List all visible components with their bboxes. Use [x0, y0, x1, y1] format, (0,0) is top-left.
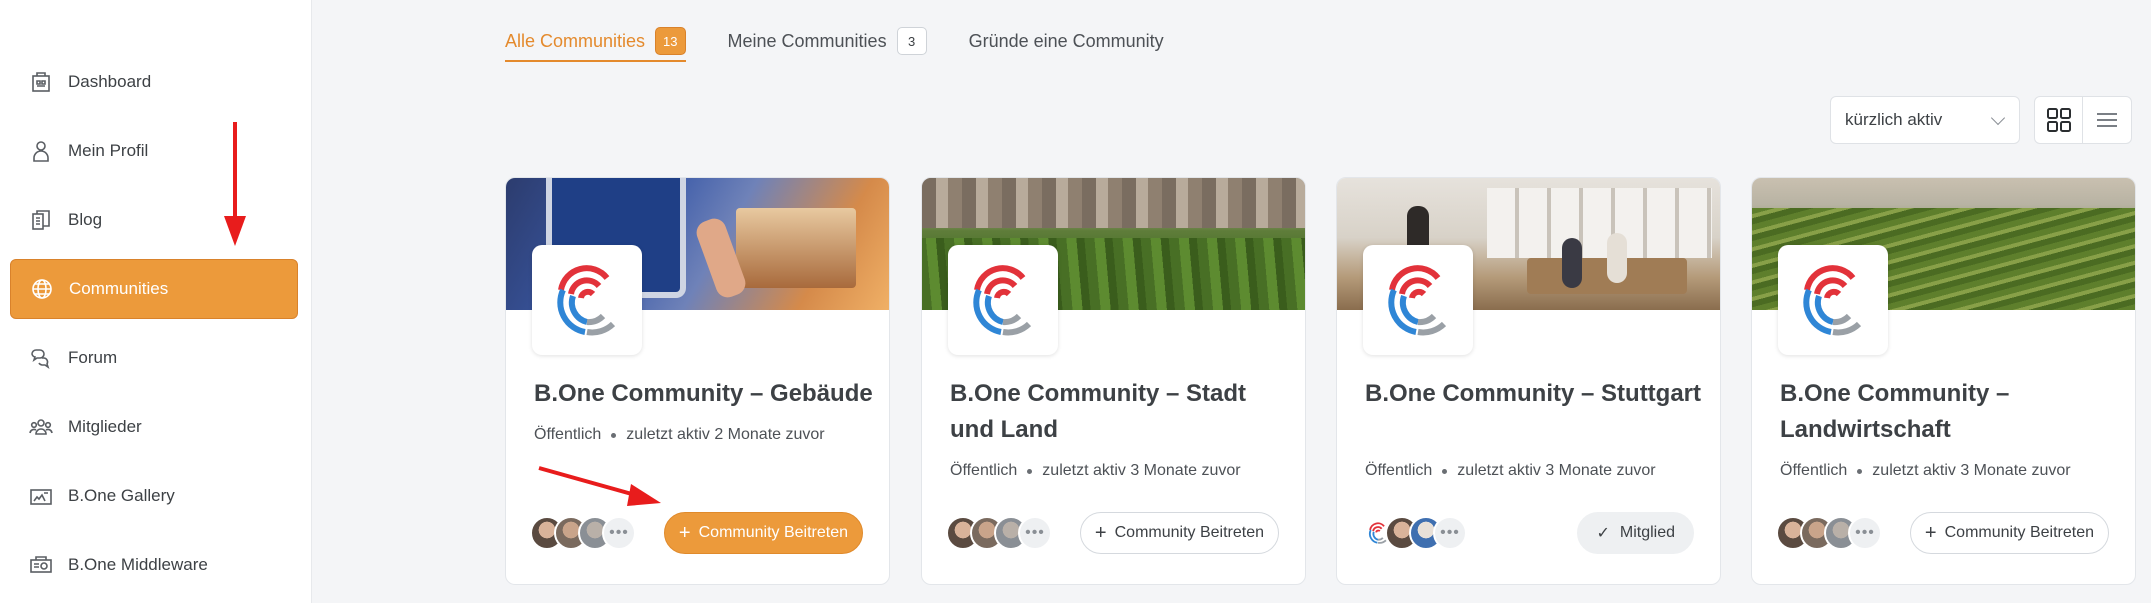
tab-gruende-community[interactable]: Gründe eine Community	[969, 20, 1164, 62]
annotation-arrow-down	[224, 122, 246, 246]
dashboard-icon	[28, 69, 54, 95]
community-logo	[532, 245, 642, 355]
more-members-icon[interactable]: •••	[602, 516, 636, 550]
sidebar-item-label: Blog	[68, 210, 103, 229]
last-activity: zuletzt aktiv 2 Monate zuvor	[626, 426, 825, 443]
community-card[interactable]: B.One Community – Stadt und Land Öffentl…	[921, 177, 1306, 585]
sidebar-item-label: B.One Middleware	[68, 555, 208, 574]
sidebar: Dashboard Mein Profil Blog Communities F…	[0, 0, 312, 603]
sidebar-item-label: Mitglieder	[68, 417, 142, 436]
sidebar-item-label: Communities	[69, 279, 169, 298]
community-title[interactable]: B.One Community – Stadt und Land	[950, 376, 1290, 448]
join-community-button[interactable]: + Community Beitreten	[663, 512, 863, 554]
last-activity: zuletzt aktiv 3 Monate zuvor	[1042, 462, 1241, 479]
community-logo	[1778, 245, 1888, 355]
member-status-button[interactable]: ✓ Mitglied	[1577, 512, 1694, 554]
community-card[interactable]: B.One Community – Gebäude Öffentlich zul…	[505, 177, 890, 585]
members-icon	[28, 414, 54, 440]
member-avatars[interactable]: •••	[1776, 516, 1882, 550]
sidebar-item-label: Dashboard	[68, 72, 152, 91]
community-title[interactable]: B.One Community – Landwirtschaft	[1780, 376, 2120, 448]
annotation-arrow-right	[538, 466, 661, 506]
community-title[interactable]: B.One Community – Stuttgart	[1365, 376, 1705, 412]
community-logo	[1363, 245, 1473, 355]
sidebar-item-label: Forum	[68, 348, 118, 367]
chat-icon	[28, 345, 54, 371]
chevron-down-icon	[1990, 110, 2006, 126]
community-meta: Öffentlich zuletzt aktiv 3 Monate zuvor	[1365, 462, 1656, 480]
sort-selected-value: kürzlich aktiv	[1845, 110, 1943, 129]
button-label: Community Beitreten	[698, 524, 848, 541]
tab-label: Alle Communities	[505, 30, 646, 51]
tab-label: Meine Communities	[727, 30, 887, 51]
globe-icon	[29, 276, 55, 302]
sidebar-item-mitglieder[interactable]: Mitglieder	[10, 397, 298, 457]
tab-count-badge: 13	[655, 27, 686, 55]
more-members-icon[interactable]: •••	[1018, 516, 1052, 550]
list-view-button[interactable]	[2083, 97, 2131, 143]
last-activity: zuletzt aktiv 3 Monate zuvor	[1457, 462, 1656, 479]
button-label: Community Beitreten	[1944, 524, 2094, 541]
more-members-icon[interactable]: •••	[1848, 516, 1882, 550]
community-title[interactable]: B.One Community – Gebäude	[534, 376, 874, 412]
community-meta: Öffentlich zuletzt aktiv 3 Monate zuvor	[1780, 462, 2071, 480]
gallery-icon	[28, 483, 54, 509]
sidebar-item-label: B.One Gallery	[68, 486, 175, 505]
middleware-icon	[28, 552, 54, 578]
sidebar-item-blog[interactable]: Blog	[10, 190, 298, 250]
sidebar-item-communities[interactable]: Communities	[10, 259, 298, 319]
more-members-icon[interactable]: •••	[1433, 516, 1467, 550]
member-avatars[interactable]: •••	[1361, 516, 1467, 550]
last-activity: zuletzt aktiv 3 Monate zuvor	[1872, 462, 2071, 479]
tab-alle-communities[interactable]: Alle Communities 13	[505, 20, 686, 62]
visibility-label: Öffentlich	[950, 462, 1018, 479]
community-logo	[948, 245, 1058, 355]
join-community-button[interactable]: + Community Beitreten	[1079, 512, 1279, 554]
button-label: Community Beitreten	[1114, 524, 1264, 541]
sidebar-item-label: Mein Profil	[68, 141, 149, 160]
tab-label: Gründe eine Community	[968, 30, 1164, 51]
tab-count-badge: 3	[896, 27, 927, 55]
grid-view-button[interactable]	[2035, 97, 2084, 143]
member-avatars[interactable]: •••	[530, 516, 636, 550]
community-meta: Öffentlich zuletzt aktiv 3 Monate zuvor	[950, 462, 1241, 480]
button-label: Mitglied	[1619, 524, 1675, 541]
blog-icon	[28, 207, 54, 233]
check-icon: ✓	[1596, 525, 1610, 542]
grid-icon	[2046, 108, 2071, 132]
visibility-label: Öffentlich	[534, 426, 602, 443]
community-card[interactable]: B.One Community – Landwirtschaft Öffentl…	[1751, 177, 2136, 585]
community-card[interactable]: B.One Community – Stuttgart Öffentlich z…	[1336, 177, 1721, 585]
sidebar-item-dashboard[interactable]: Dashboard	[10, 52, 298, 112]
sidebar-item-gallery[interactable]: B.One Gallery	[10, 466, 298, 526]
sidebar-item-middleware[interactable]: B.One Middleware	[10, 535, 298, 595]
join-community-button[interactable]: + Community Beitreten	[1909, 512, 2109, 554]
visibility-label: Öffentlich	[1365, 462, 1433, 479]
sort-select[interactable]: kürzlich aktiv	[1830, 96, 2020, 144]
community-meta: Öffentlich zuletzt aktiv 2 Monate zuvor	[534, 426, 825, 444]
community-tabs: Alle Communities 13 Meine Communities 3 …	[505, 20, 1206, 62]
sidebar-item-mein-profil[interactable]: Mein Profil	[10, 121, 298, 181]
tab-meine-communities[interactable]: Meine Communities 3	[728, 20, 927, 62]
user-icon	[28, 138, 54, 164]
visibility-label: Öffentlich	[1780, 462, 1848, 479]
view-toggle	[2034, 96, 2132, 144]
list-icon	[2097, 113, 2117, 127]
sidebar-item-forum[interactable]: Forum	[10, 328, 298, 388]
member-avatars[interactable]: •••	[946, 516, 1052, 550]
